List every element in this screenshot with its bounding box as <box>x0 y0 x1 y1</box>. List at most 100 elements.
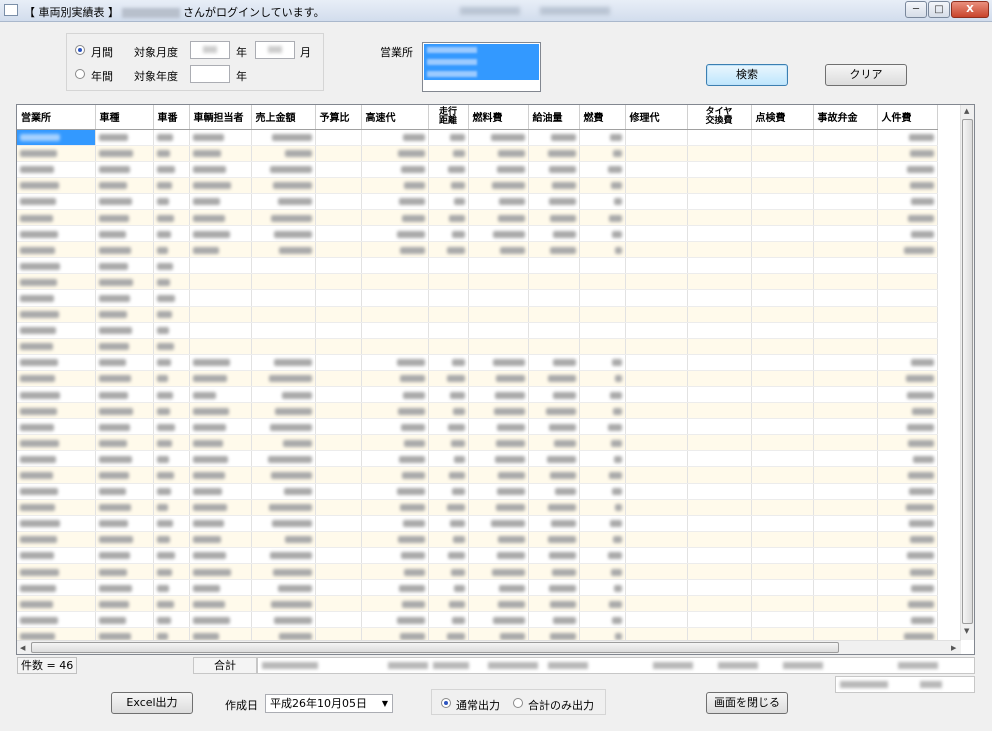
table-cell[interactable] <box>189 466 252 484</box>
table-cell[interactable] <box>153 354 190 371</box>
table-cell[interactable] <box>251 273 316 291</box>
table-row[interactable] <box>17 563 938 581</box>
table-cell[interactable] <box>315 547 362 565</box>
table-cell[interactable] <box>687 273 752 291</box>
table-cell[interactable] <box>17 322 96 339</box>
table-cell[interactable] <box>687 241 752 259</box>
table-cell[interactable] <box>625 145 688 162</box>
table-cell[interactable] <box>528 129 580 146</box>
table-cell[interactable] <box>468 418 529 436</box>
chevron-down-icon[interactable]: ▼ <box>382 695 388 712</box>
table-cell[interactable] <box>528 611 580 629</box>
table-cell[interactable] <box>877 563 938 581</box>
table-cell[interactable] <box>251 193 316 210</box>
table-cell[interactable] <box>528 145 580 162</box>
table-cell[interactable] <box>428 402 469 420</box>
table-cell[interactable] <box>813 241 878 259</box>
table-cell[interactable] <box>579 354 626 371</box>
table-cell[interactable] <box>315 579 362 597</box>
table-cell[interactable] <box>877 386 938 404</box>
table-cell[interactable] <box>153 289 190 307</box>
table-cell[interactable] <box>877 306 938 323</box>
table-cell[interactable] <box>579 515 626 532</box>
table-cell[interactable] <box>153 241 190 259</box>
table-cell[interactable] <box>428 547 469 565</box>
table-cell[interactable] <box>95 225 154 243</box>
table-cell[interactable] <box>579 531 626 548</box>
table-cell[interactable] <box>528 370 580 388</box>
table-cell[interactable] <box>751 450 814 468</box>
table-cell[interactable] <box>687 595 752 613</box>
table-cell[interactable] <box>95 483 154 500</box>
table-cell[interactable] <box>153 531 190 548</box>
table-cell[interactable] <box>251 338 316 355</box>
table-cell[interactable] <box>428 483 469 500</box>
table-cell[interactable] <box>361 306 429 323</box>
table-cell[interactable] <box>189 450 252 468</box>
table-cell[interactable] <box>153 257 190 275</box>
table-cell[interactable] <box>877 354 938 371</box>
table-cell[interactable] <box>468 306 529 323</box>
table-cell[interactable] <box>153 145 190 162</box>
table-cell[interactable] <box>315 499 362 516</box>
table-cell[interactable] <box>153 611 190 629</box>
table-cell[interactable] <box>315 402 362 420</box>
table-cell[interactable] <box>751 241 814 259</box>
table-cell[interactable] <box>813 499 878 516</box>
table-cell[interactable] <box>315 515 362 532</box>
table-cell[interactable] <box>428 434 469 452</box>
table-cell[interactable] <box>579 595 626 613</box>
table-cell[interactable] <box>361 579 429 597</box>
table-cell[interactable] <box>251 627 316 640</box>
table-cell[interactable] <box>468 611 529 629</box>
normal-output-radio[interactable] <box>441 698 451 708</box>
table-cell[interactable] <box>468 499 529 516</box>
table-cell[interactable] <box>751 402 814 420</box>
table-cell[interactable] <box>428 241 469 259</box>
table-cell[interactable] <box>95 209 154 227</box>
table-cell[interactable] <box>315 257 362 275</box>
table-cell[interactable] <box>251 563 316 581</box>
table-cell[interactable] <box>251 418 316 436</box>
table-row[interactable] <box>17 193 938 210</box>
table-cell[interactable] <box>468 515 529 532</box>
table-cell[interactable] <box>95 161 154 178</box>
table-cell[interactable] <box>428 595 469 613</box>
table-cell[interactable] <box>528 402 580 420</box>
table-cell[interactable] <box>877 402 938 420</box>
table-cell[interactable] <box>687 563 752 581</box>
table-cell[interactable] <box>625 450 688 468</box>
table-cell[interactable] <box>315 161 362 178</box>
table-cell[interactable] <box>315 322 362 339</box>
table-cell[interactable] <box>153 193 190 210</box>
table-cell[interactable] <box>813 161 878 178</box>
table-cell[interactable] <box>315 354 362 371</box>
table-cell[interactable] <box>877 338 938 355</box>
table-cell[interactable] <box>189 209 252 227</box>
table-row[interactable] <box>17 450 938 468</box>
table-cell[interactable] <box>428 193 469 210</box>
table-cell[interactable] <box>687 289 752 307</box>
table-cell[interactable] <box>189 579 252 597</box>
table-cell[interactable] <box>625 370 688 388</box>
table-cell[interactable] <box>468 322 529 339</box>
table-cell[interactable] <box>813 547 878 565</box>
table-cell[interactable] <box>428 177 469 194</box>
table-cell[interactable] <box>17 515 96 532</box>
table-cell[interactable] <box>813 627 878 640</box>
scroll-down-icon[interactable]: ▼ <box>964 627 969 635</box>
table-cell[interactable] <box>251 466 316 484</box>
table-cell[interactable] <box>528 338 580 355</box>
table-cell[interactable] <box>251 434 316 452</box>
table-cell[interactable] <box>751 354 814 371</box>
table-cell[interactable] <box>189 370 252 388</box>
table-cell[interactable] <box>468 161 529 178</box>
table-cell[interactable] <box>813 450 878 468</box>
table-row[interactable] <box>17 370 938 388</box>
table-cell[interactable] <box>468 483 529 500</box>
table-cell[interactable] <box>251 515 316 532</box>
table-cell[interactable] <box>528 499 580 516</box>
table-cell[interactable] <box>189 322 252 339</box>
table-cell[interactable] <box>687 177 752 194</box>
table-cell[interactable] <box>361 193 429 210</box>
